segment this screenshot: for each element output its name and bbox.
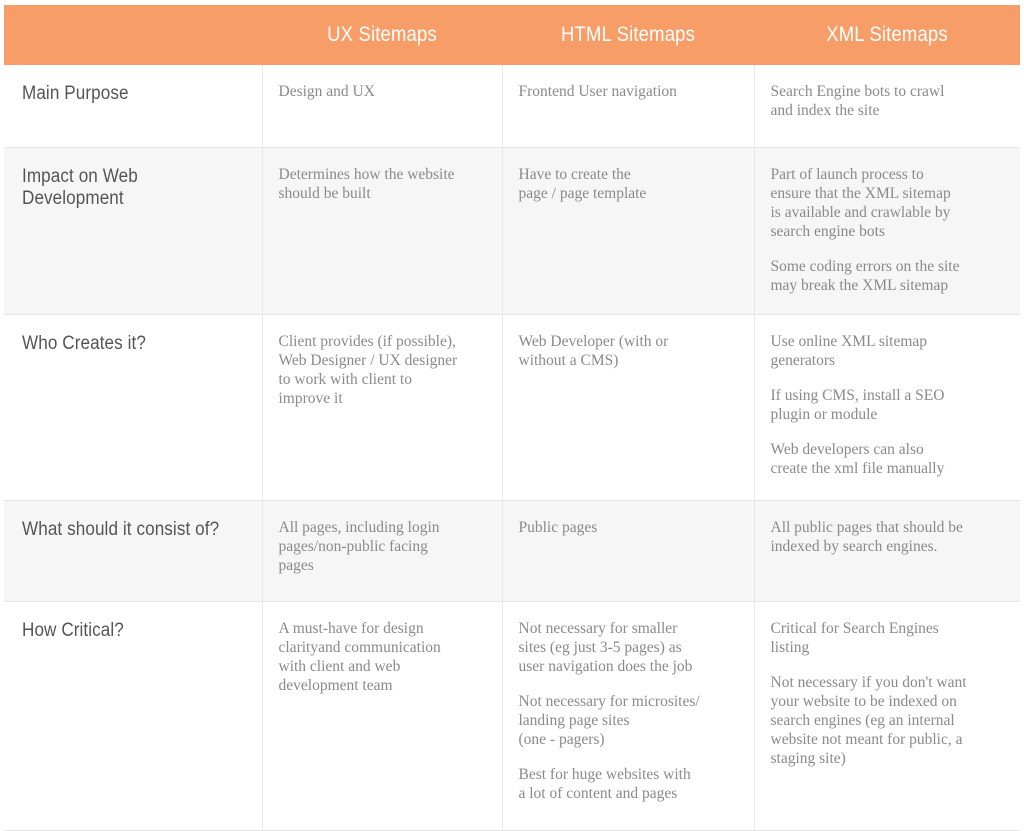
cell-paragraph: Not necessary for smaller sites (eg just…	[518, 620, 693, 675]
cell-paragraph: Web Developer (with or without a CMS)	[518, 333, 669, 369]
sitemaps-comparison-table: UX Sitemaps HTML Sitemaps XML Sitemaps M…	[4, 5, 1020, 831]
column-header-ux-label: UX Sitemaps	[327, 23, 437, 46]
table-row: Impact on Web Development Determines how …	[4, 147, 1020, 315]
cell-paragraph: Some coding errors on the site may break…	[770, 258, 960, 294]
comparison-table-container: UX Sitemaps HTML Sitemaps XML Sitemaps M…	[0, 0, 1024, 831]
cell-paragraph: Use online XML sitemap generators	[770, 333, 928, 369]
table-row: What should it consist of? All pages, inc…	[4, 500, 1020, 602]
row-label: Main Purpose	[22, 83, 129, 104]
cell-paragraph: Not necessary for microsites/ landing pa…	[518, 693, 700, 748]
row-label: Who Creates it?	[22, 333, 146, 354]
row-label-cell: What should it consist of?	[4, 500, 263, 602]
cell-ux: Design and UX	[262, 65, 503, 148]
table-header-corner	[4, 5, 262, 65]
column-header-xml-label: XML Sitemaps	[826, 23, 948, 46]
table-body: Main Purpose Design and UX Frontend User n…	[4, 65, 1020, 831]
table-header-row: UX Sitemaps HTML Sitemaps XML Sitemaps	[4, 5, 1020, 65]
cell-paragraph: Best for huge websites with a lot of con…	[518, 766, 691, 802]
cell-paragraph: All pages, including login pages/non-pub…	[278, 519, 440, 574]
cell-paragraph: If using CMS, install a SEO plugin or mo…	[770, 387, 945, 423]
column-header-html: HTML Sitemaps	[502, 5, 754, 65]
cell-ux: Determines how the website should be bui…	[262, 147, 503, 315]
cell-paragraph: A must-have for design clarityand commun…	[278, 620, 441, 694]
row-label-cell: How Critical?	[4, 601, 263, 831]
column-header-ux: UX Sitemaps	[262, 5, 502, 65]
cell-paragraph: Frontend User navigation	[518, 83, 677, 100]
table-header: UX Sitemaps HTML Sitemaps XML Sitemaps	[4, 5, 1020, 65]
column-header-xml: XML Sitemaps	[754, 5, 1020, 65]
row-label-cell: Impact on Web Development	[4, 147, 263, 315]
cell-ux: All pages, including login pages/non-pub…	[262, 500, 503, 602]
cell-html: Web Developer (with or without a CMS)	[502, 314, 755, 501]
cell-paragraph: Not necessary if you don't want your web…	[770, 674, 967, 767]
cell-xml: Search Engine bots to crawl and index th…	[754, 65, 1020, 148]
cell-xml: All public pages that should be indexed …	[754, 500, 1020, 602]
cell-paragraph: Design and UX	[278, 83, 375, 100]
cell-xml: Critical for Search Engines listing Not n…	[754, 601, 1020, 831]
cell-paragraph: Public pages	[518, 519, 598, 536]
cell-paragraph: Critical for Search Engines listing	[770, 620, 939, 656]
cell-paragraph: Determines how the website should be bui…	[278, 166, 455, 202]
cell-ux: Client provides (if possible), Web Desig…	[262, 314, 503, 501]
cell-paragraph: Search Engine bots to crawl and index th…	[770, 83, 945, 119]
cell-html: Frontend User navigation	[502, 65, 755, 148]
table-row: Who Creates it? Client provides (if possi…	[4, 314, 1020, 501]
row-label: How Critical?	[22, 620, 124, 641]
cell-xml: Use online XML sitemap generators If usin…	[754, 314, 1020, 501]
cell-html: Have to create the page / page template	[502, 147, 755, 315]
row-label-cell: Main Purpose	[4, 65, 263, 148]
row-label: What should it consist of?	[22, 519, 220, 540]
table-row: Main Purpose Design and UX Frontend User n…	[4, 65, 1020, 148]
column-header-html-label: HTML Sitemaps	[560, 23, 696, 46]
row-label-cell: Who Creates it?	[4, 314, 263, 501]
cell-paragraph: Client provides (if possible), Web Desig…	[278, 333, 458, 407]
cell-xml: Part of launch process to ensure that th…	[754, 147, 1020, 315]
cell-html: Public pages	[502, 500, 755, 602]
cell-ux: A must-have for design clarityand commun…	[262, 601, 503, 831]
table-row: How Critical? A must-have for design clar…	[4, 601, 1020, 831]
cell-paragraph: Web developers can also create the xml f…	[770, 441, 945, 477]
cell-paragraph: Have to create the page / page template	[518, 166, 647, 202]
cell-html: Not necessary for smaller sites (eg just…	[502, 601, 755, 831]
row-label: Impact on Web Development	[22, 166, 138, 209]
cell-paragraph: Part of launch process to ensure that th…	[770, 166, 951, 240]
cell-paragraph: All public pages that should be indexed …	[770, 519, 963, 555]
